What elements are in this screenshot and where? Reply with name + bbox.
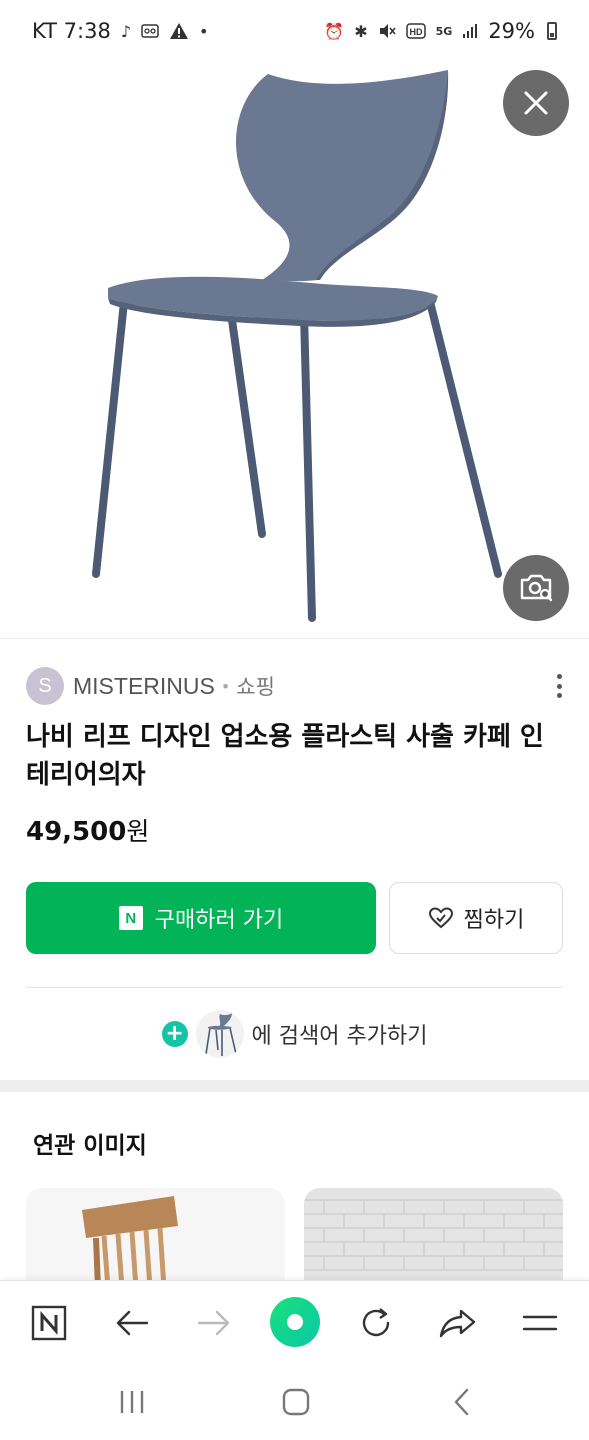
product-thumbnail — [195, 1010, 244, 1058]
recent-apps-button[interactable] — [112, 1382, 152, 1422]
naver-home-button[interactable] — [25, 1299, 73, 1347]
seller-avatar[interactable]: S — [26, 667, 64, 705]
plus-icon: + — [161, 1021, 188, 1047]
status-bar: KT 7:38 ♪ • ⏰ ✱ HD 5G 29% — [0, 0, 589, 62]
image-search-icon — [520, 574, 553, 602]
hd-icon: HD — [405, 23, 426, 39]
5g-icon: 5G — [435, 24, 453, 38]
related-image-card[interactable] — [304, 1188, 563, 1288]
system-back-button[interactable] — [442, 1382, 482, 1422]
green-dot-icon — [270, 1297, 320, 1347]
browser-toolbar — [0, 1280, 589, 1364]
naver-pay-icon: N — [118, 906, 143, 930]
buy-button[interactable]: N 구매하러 가기 — [26, 882, 376, 954]
refresh-button[interactable] — [352, 1299, 400, 1347]
product-title: 나비 리프 디자인 업소용 플라스틱 사출 카페 인테리어의자 — [26, 722, 544, 790]
wishlist-label: 찜하기 — [463, 908, 525, 933]
divider — [0, 638, 589, 639]
status-right: ⏰ ✱ HD 5G 29% — [324, 19, 557, 43]
recent-apps-icon — [120, 1391, 144, 1413]
tiktok-icon: ♪ — [120, 21, 132, 41]
menu-button[interactable] — [516, 1299, 564, 1347]
home-button[interactable] — [276, 1382, 316, 1422]
section-separator — [0, 1080, 589, 1092]
back-button[interactable] — [108, 1299, 156, 1347]
price-unit: 원 — [126, 817, 150, 846]
svg-text:HD: HD — [409, 27, 422, 37]
system-nav-bar — [0, 1364, 589, 1440]
forward-button[interactable] — [190, 1299, 238, 1347]
close-button[interactable] — [503, 70, 569, 136]
related-images-title: 연관 이미지 — [33, 1133, 147, 1159]
product-image[interactable] — [0, 62, 589, 638]
seller-row: S MISTERINUS • 쇼핑 — [26, 666, 566, 706]
share-icon — [439, 1309, 476, 1338]
product-price: 49,500원 — [26, 812, 149, 848]
add-search-label: 에 검색어 추가하기 — [251, 1024, 428, 1049]
signal-icon — [462, 23, 478, 39]
related-image-card[interactable] — [26, 1188, 285, 1288]
price-number: 49,500 — [26, 817, 127, 847]
alarm-icon: ⏰ — [324, 21, 345, 41]
refresh-icon — [362, 1308, 390, 1337]
wishlist-button[interactable]: 찜하기 — [389, 882, 563, 954]
menu-icon — [522, 1315, 558, 1331]
share-button[interactable] — [434, 1299, 482, 1347]
forward-arrow-icon — [197, 1310, 230, 1336]
seller-name[interactable]: MISTERINUS — [73, 673, 215, 700]
buy-button-label: 구매하러 가기 — [154, 908, 284, 933]
seller-separator: • — [220, 676, 231, 696]
brick-wall-image — [304, 1188, 563, 1288]
add-search-term-button[interactable]: + 에 검색어 추가하기 — [0, 1006, 589, 1062]
warning-icon — [169, 22, 189, 40]
close-icon — [524, 91, 548, 115]
divider — [26, 987, 563, 988]
dot-icon: • — [199, 21, 209, 41]
chair-image — [92, 70, 502, 622]
heart-icon — [428, 907, 453, 929]
mute-icon — [378, 23, 396, 39]
seller-category: 쇼핑 — [236, 675, 275, 699]
system-back-icon — [454, 1388, 469, 1416]
image-search-button[interactable] — [503, 555, 569, 621]
battery-icon — [547, 22, 557, 40]
wooden-chair-image — [82, 1196, 178, 1288]
naver-home-icon — [31, 1305, 67, 1341]
more-options-icon[interactable] — [552, 670, 566, 702]
back-arrow-icon — [116, 1310, 149, 1336]
green-dot-button[interactable] — [268, 1295, 322, 1349]
battery-percent: 29% — [488, 19, 535, 43]
home-icon — [282, 1388, 310, 1416]
voicemail-icon — [141, 24, 159, 38]
carrier-time: KT 7:38 — [32, 19, 111, 43]
status-left: KT 7:38 ♪ • — [32, 19, 208, 43]
bluetooth-icon: ✱ — [354, 21, 368, 41]
